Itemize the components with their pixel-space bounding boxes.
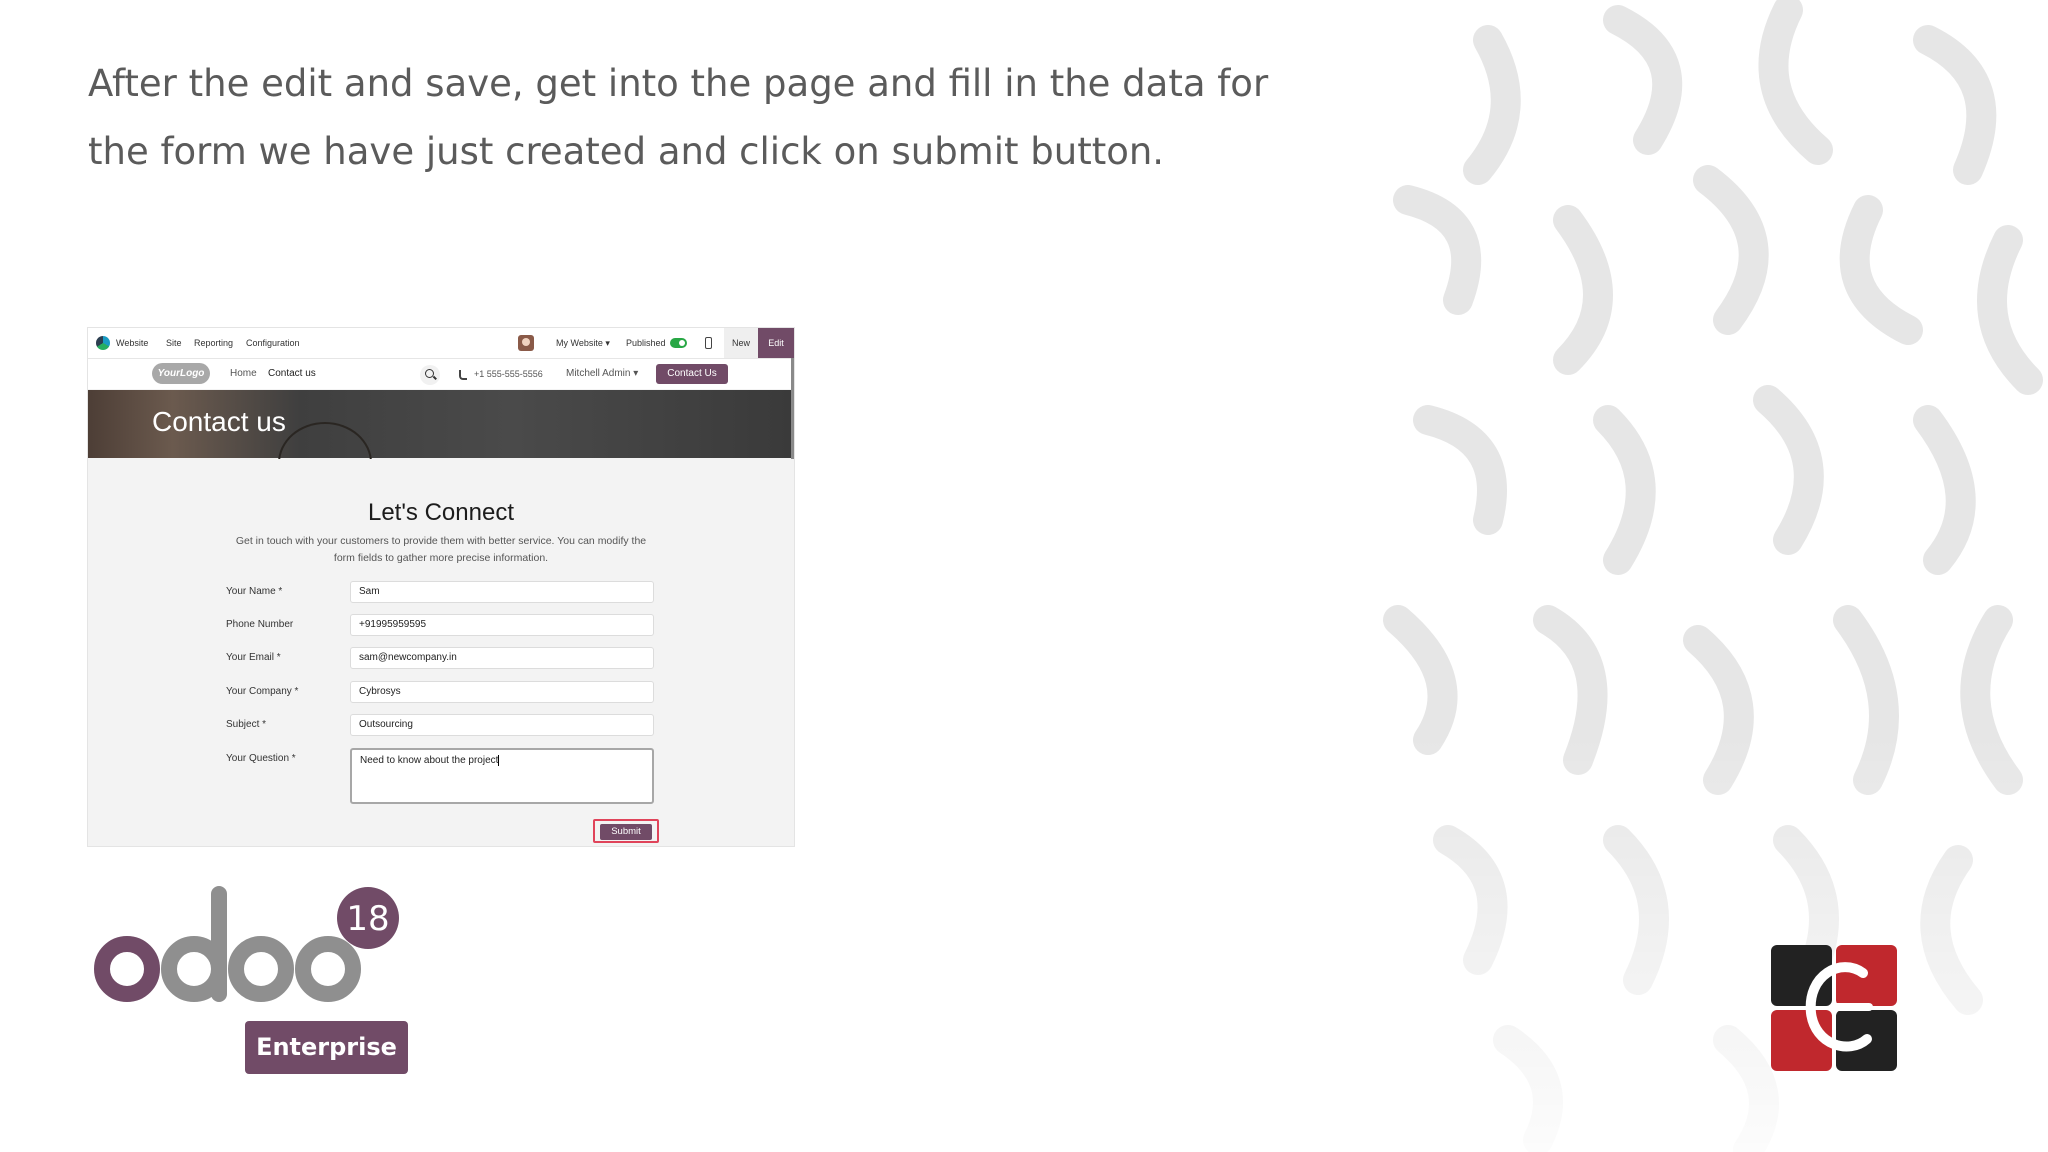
decorative-pattern: [1368, 0, 2048, 1152]
form-row-email: Your Email * sam@newcompany.in: [226, 647, 666, 669]
phone-icon: [459, 370, 467, 380]
form-row-name: Your Name * Sam: [226, 581, 666, 603]
app-name[interactable]: Website: [116, 328, 148, 358]
form-row-subject: Subject * Outsourcing: [226, 714, 666, 736]
contact-form: Let's Connect Get in touch with your cus…: [88, 459, 794, 846]
submit-button[interactable]: Submit: [600, 824, 652, 840]
version-badge: 18: [346, 899, 389, 939]
edit-button[interactable]: Edit: [758, 328, 794, 358]
phone-label: Phone Number: [226, 619, 294, 630]
company-logo: [1771, 945, 1897, 1071]
form-row-phone: Phone Number +91995959595: [226, 614, 666, 636]
user-avatar[interactable]: [518, 335, 534, 351]
question-textarea[interactable]: Need to know about the project: [350, 748, 654, 804]
question-text: Need to know about the project: [360, 755, 499, 766]
site-logo[interactable]: YourLogo: [152, 363, 210, 384]
website-screenshot: Website Site Reporting Configuration My …: [88, 328, 794, 846]
user-menu[interactable]: Mitchell Admin ▾: [566, 359, 638, 389]
form-title: Let's Connect: [367, 499, 514, 526]
form-row-question: Your Question * Need to know about the p…: [226, 748, 666, 804]
odoo-top-bar: Website Site Reporting Configuration My …: [88, 328, 794, 359]
nav-home[interactable]: Home: [230, 359, 257, 389]
mobile-preview-icon[interactable]: [705, 337, 712, 349]
name-label: Your Name *: [226, 586, 283, 597]
subject-label: Subject *: [226, 719, 267, 730]
text-cursor: [498, 754, 500, 766]
search-icon[interactable]: [420, 365, 440, 385]
published-toggle[interactable]: [670, 338, 687, 348]
website-selector[interactable]: My Website ▾: [556, 328, 610, 358]
form-description: Get in touch with your customers to prov…: [235, 535, 647, 564]
page-banner: Contact us: [88, 390, 794, 504]
menu-site[interactable]: Site: [166, 328, 182, 358]
email-input[interactable]: sam@newcompany.in: [350, 647, 654, 669]
email-label: Your Email *: [226, 652, 281, 663]
menu-reporting[interactable]: Reporting: [194, 328, 233, 358]
new-button[interactable]: New: [724, 328, 758, 358]
slide-instruction: After the edit and save, get into the pa…: [88, 62, 1269, 173]
name-input[interactable]: Sam: [350, 581, 654, 603]
site-navigation: YourLogo Home Contact us +1 555-555-5556…: [88, 359, 794, 389]
website-app-icon[interactable]: [96, 336, 110, 350]
company-input[interactable]: Cybrosys: [350, 681, 654, 703]
menu-configuration[interactable]: Configuration: [246, 328, 300, 358]
phone-input[interactable]: +91995959595: [350, 614, 654, 636]
banner-title: Contact us: [152, 406, 286, 437]
phone-number[interactable]: +1 555-555-5556: [474, 359, 543, 389]
nav-contact-us[interactable]: Contact us: [268, 359, 316, 389]
submit-highlight: Submit: [593, 819, 659, 843]
published-label: Published: [626, 338, 666, 348]
company-label: Your Company *: [226, 686, 299, 697]
form-row-company: Your Company * Cybrosys: [226, 681, 666, 703]
enterprise-badge: Enterprise: [245, 1021, 408, 1074]
question-label: Your Question *: [226, 753, 296, 764]
contact-us-button[interactable]: Contact Us: [656, 364, 728, 384]
subject-input[interactable]: Outsourcing: [350, 714, 654, 736]
